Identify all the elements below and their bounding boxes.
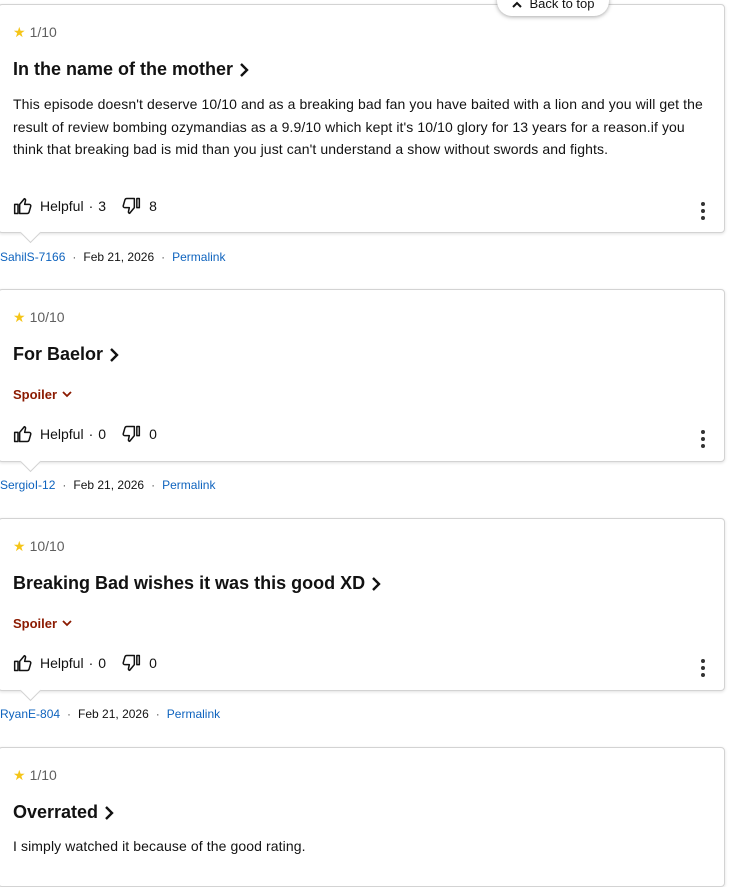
review-actions: Helpful · 0 0 bbox=[13, 424, 157, 444]
review-meta: RyanE-804 · Feb 21, 2026 · Permalink bbox=[0, 707, 221, 721]
rating-value: 1/10 bbox=[29, 24, 57, 40]
review-body: This episode doesn't deserve 10/10 and a… bbox=[13, 96, 703, 157]
thumbs-up-icon[interactable] bbox=[13, 653, 33, 673]
helpful-label: Helpful bbox=[40, 426, 84, 442]
star-icon: ★ bbox=[13, 538, 26, 554]
back-to-top-button[interactable]: Back to top bbox=[497, 0, 609, 16]
author-link[interactable]: SergioI-12 bbox=[0, 478, 55, 492]
spoiler-label: Spoiler bbox=[13, 616, 58, 631]
chevron-down-icon bbox=[62, 620, 72, 627]
review-title-link[interactable]: In the name of the mother bbox=[13, 59, 249, 80]
review-date: Feb 21, 2026 bbox=[83, 250, 155, 264]
author-link[interactable]: RyanE-804 bbox=[0, 707, 60, 721]
review-title-link[interactable]: Overrated bbox=[13, 802, 114, 823]
star-icon: ★ bbox=[13, 24, 26, 40]
permalink-link[interactable]: Permalink bbox=[172, 250, 225, 264]
chevron-right-icon bbox=[105, 805, 114, 820]
thumbs-down-icon[interactable] bbox=[120, 196, 142, 216]
review-title: In the name of the mother bbox=[13, 59, 234, 79]
review-rating: ★ 1/10 bbox=[13, 767, 57, 783]
review-rating: ★ 10/10 bbox=[13, 538, 65, 554]
spoiler-toggle[interactable]: Spoiler bbox=[13, 387, 72, 402]
spoiler-toggle[interactable]: Spoiler bbox=[13, 616, 72, 631]
helpful-count: 0 bbox=[98, 655, 107, 671]
review-rating: ★ 1/10 bbox=[13, 24, 57, 40]
review-title-link[interactable]: For Baelor bbox=[13, 344, 119, 365]
thumbs-up-icon[interactable] bbox=[13, 196, 33, 216]
review-rating: ★ 10/10 bbox=[13, 309, 65, 325]
unhelpful-count: 0 bbox=[149, 655, 157, 671]
review-body: I simply watched it because of the good … bbox=[13, 838, 306, 854]
helpful-count: 0 bbox=[98, 426, 107, 442]
chevron-right-icon bbox=[372, 576, 381, 591]
thumbs-up-icon[interactable] bbox=[13, 424, 33, 444]
helpful-count: 3 bbox=[98, 198, 107, 214]
rating-value: 10/10 bbox=[29, 309, 65, 325]
spoiler-label: Spoiler bbox=[13, 387, 58, 402]
thumbs-down-icon[interactable] bbox=[120, 653, 142, 673]
permalink-link[interactable]: Permalink bbox=[162, 478, 215, 492]
review-title: Overrated bbox=[13, 802, 99, 822]
review-card: ★ 10/10 For Baelor Spoiler Helpful · 0 0 bbox=[0, 289, 725, 473]
permalink-link[interactable]: Permalink bbox=[167, 707, 220, 721]
review-title-link[interactable]: Breaking Bad wishes it was this good XD bbox=[13, 573, 381, 594]
star-icon: ★ bbox=[13, 767, 26, 783]
rating-value: 10/10 bbox=[29, 538, 65, 554]
review-date: Feb 21, 2026 bbox=[78, 707, 149, 721]
review-actions: Helpful · 3 8 bbox=[13, 196, 157, 216]
author-link[interactable]: SahilS-7166 bbox=[0, 250, 65, 264]
review-meta: SahilS-7166 · Feb 21, 2026 · Permalink bbox=[0, 250, 226, 264]
rating-value: 1/10 bbox=[29, 767, 57, 783]
more-options-icon[interactable] bbox=[700, 659, 706, 677]
review-date: Feb 21, 2026 bbox=[73, 478, 145, 492]
chevron-right-icon bbox=[110, 347, 119, 362]
review-title: For Baelor bbox=[13, 344, 104, 364]
more-options-icon[interactable] bbox=[700, 430, 706, 448]
chevron-right-icon bbox=[240, 62, 249, 77]
unhelpful-count: 0 bbox=[149, 426, 157, 442]
helpful-label: Helpful bbox=[40, 198, 84, 214]
unhelpful-count: 8 bbox=[149, 198, 157, 214]
thumbs-down-icon[interactable] bbox=[120, 424, 142, 444]
review-meta: SergioI-12 · Feb 21, 2026 · Permalink bbox=[0, 478, 216, 492]
chevron-up-icon bbox=[512, 1, 523, 8]
back-to-top-label: Back to top bbox=[529, 0, 595, 11]
more-options-icon[interactable] bbox=[700, 202, 706, 220]
review-card: ★ 10/10 Breaking Bad wishes it was this … bbox=[0, 518, 725, 702]
review-title: Breaking Bad wishes it was this good XD bbox=[13, 573, 366, 593]
star-icon: ★ bbox=[13, 309, 26, 325]
review-card: ★ 1/10 In the name of the mother This ep… bbox=[0, 4, 725, 244]
review-actions: Helpful · 0 0 bbox=[13, 653, 157, 673]
review-card: ★ 1/10 Overrated I simply watched it bec… bbox=[0, 747, 725, 887]
helpful-label: Helpful bbox=[40, 655, 84, 671]
chevron-down-icon bbox=[62, 391, 72, 398]
